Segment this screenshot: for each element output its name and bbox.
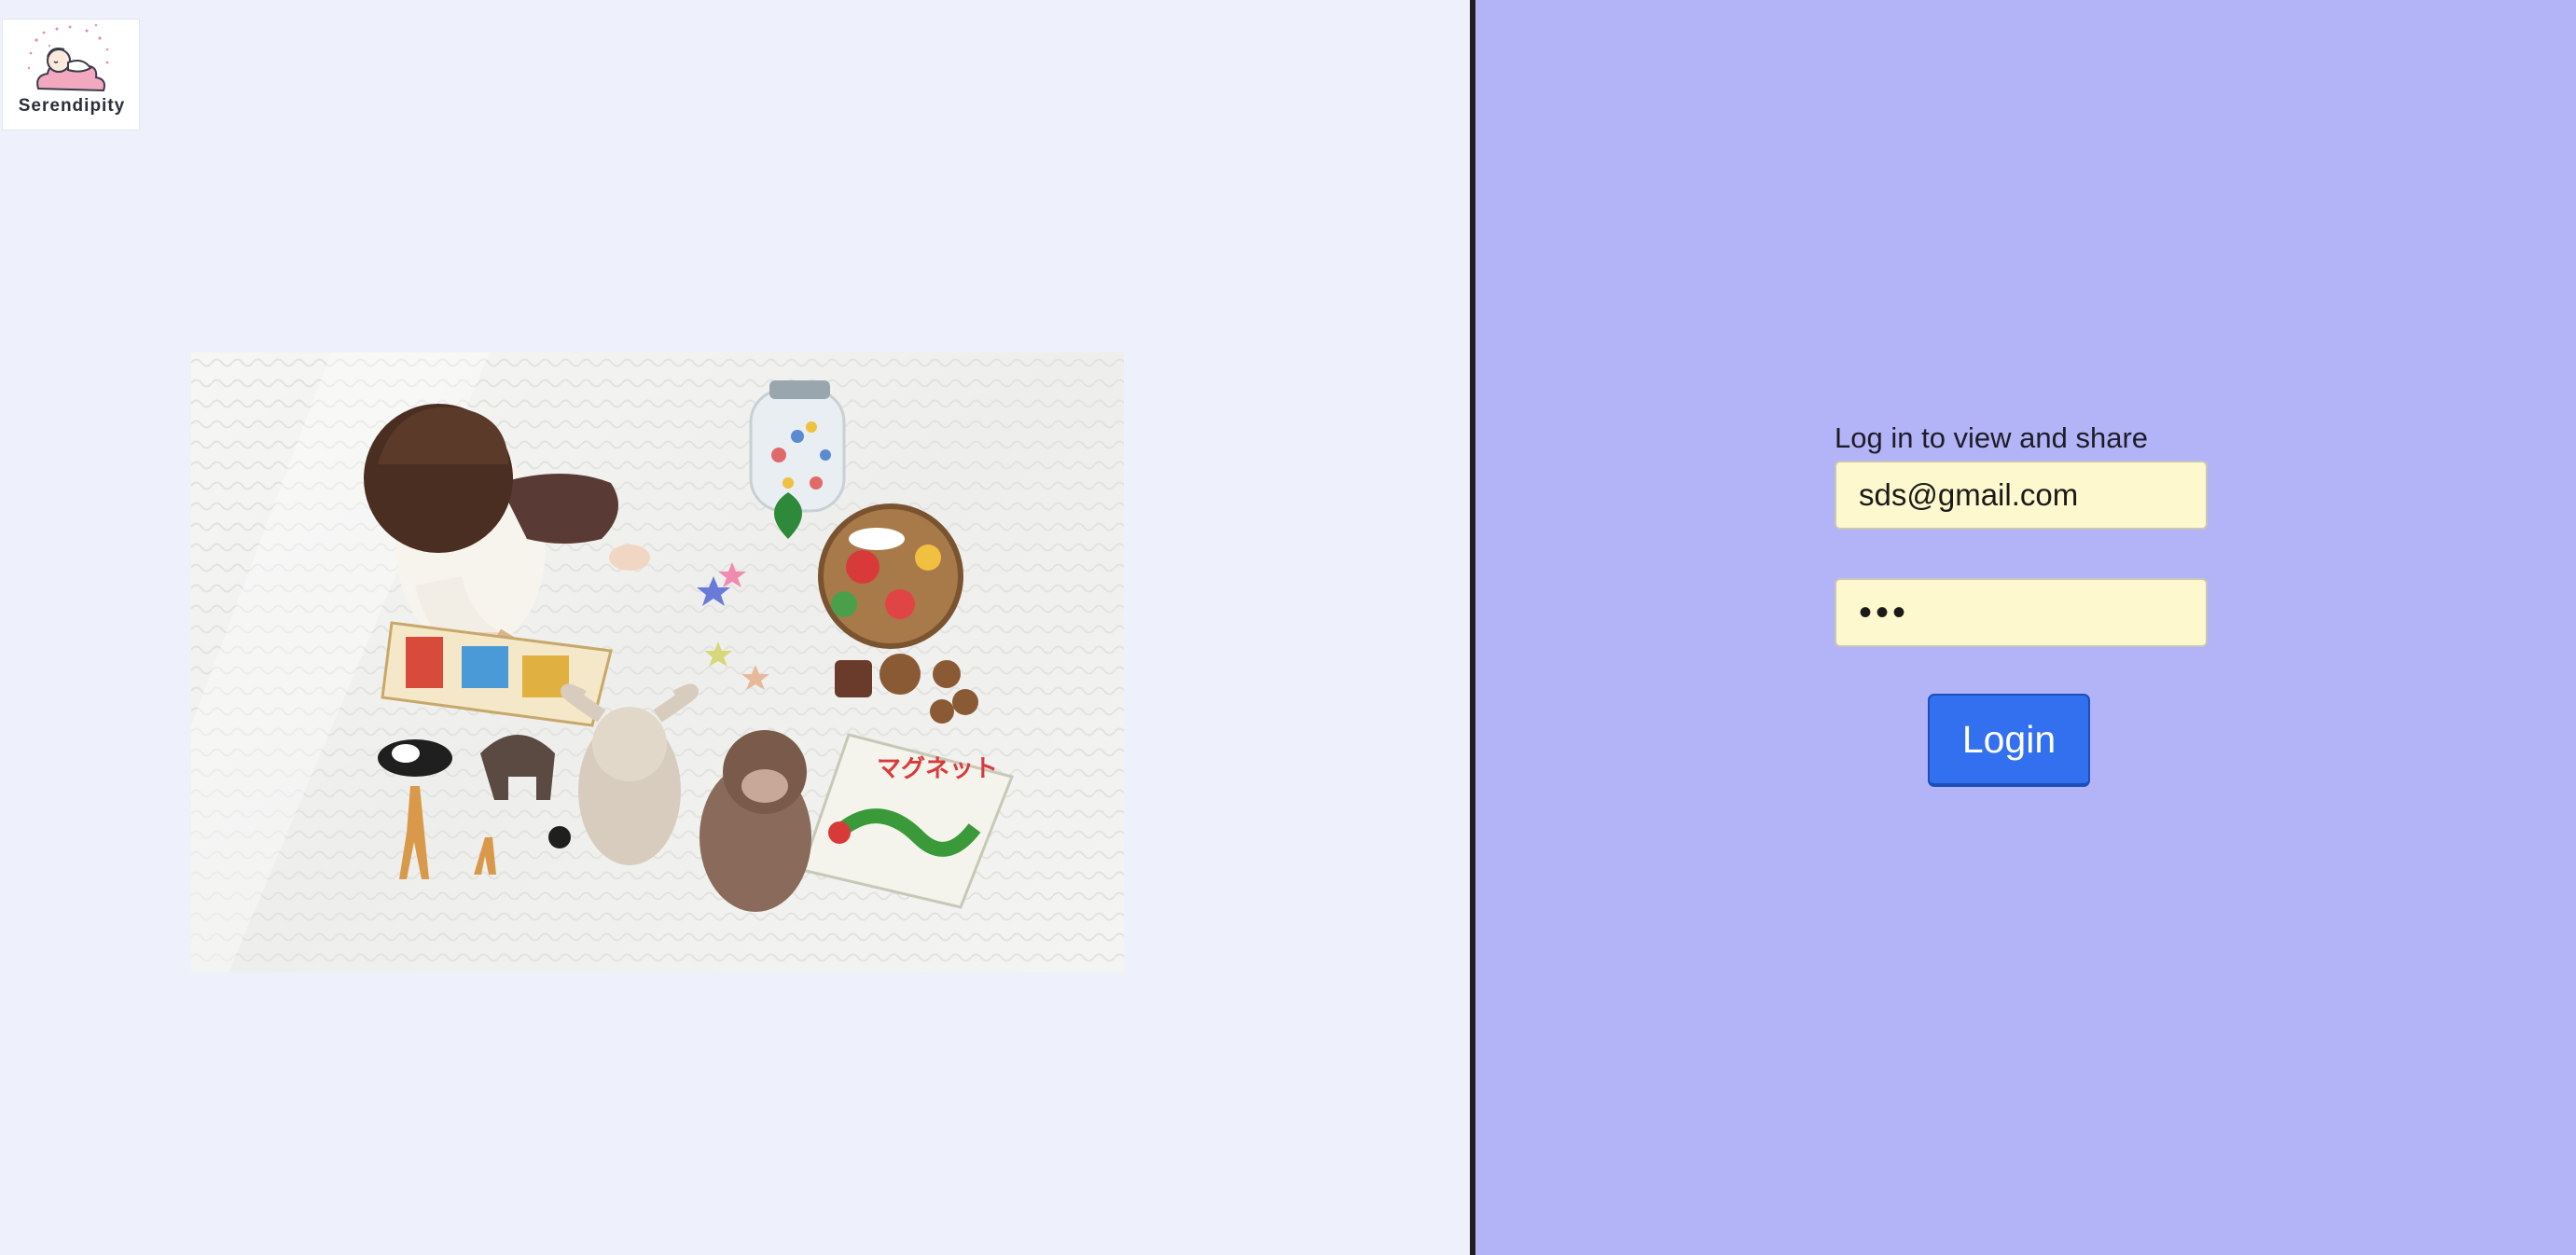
brand-name: Serendipity [18,96,126,116]
login-form: Log in to view and share Login [1835,420,2208,787]
hero-image: マグネット [191,352,1124,972]
sleeping-baby-logo-icon [27,23,109,92]
login-page: Serendipity マグネット Log in to view and sha… [0,0,2576,1255]
svg-text:マグネット: マグネット [877,755,998,783]
login-button[interactable]: Login [1928,694,2090,787]
email-field[interactable] [1835,461,2208,530]
left-pane: Serendipity マグネット [0,0,1470,1255]
password-field[interactable] [1835,578,2208,647]
brand-logo[interactable]: Serendipity [2,19,140,131]
baby-with-toys-illustration: マグネット [191,352,1124,972]
login-heading: Log in to view and share [1835,421,2149,454]
